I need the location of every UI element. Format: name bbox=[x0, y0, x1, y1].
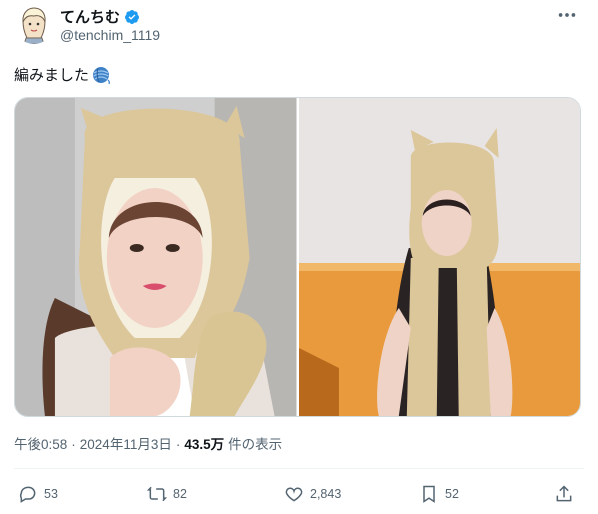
avatar[interactable] bbox=[14, 4, 54, 44]
divider bbox=[14, 468, 584, 469]
photo-1[interactable] bbox=[15, 98, 297, 416]
like-button[interactable]: 2,843 bbox=[284, 484, 341, 504]
more-options-icon[interactable] bbox=[556, 4, 578, 26]
yarn-ball-icon bbox=[93, 66, 110, 84]
author-handle[interactable]: @tenchim_1119 bbox=[60, 27, 160, 43]
views-label: 件の表示 bbox=[228, 437, 283, 452]
action-bar: 53 82 2,843 52 bbox=[14, 484, 584, 506]
tweet-date[interactable]: 2024年11月3日 bbox=[80, 433, 172, 453]
heart-icon bbox=[285, 487, 303, 502]
bookmark-count: 52 bbox=[445, 487, 459, 501]
meta-separator: · bbox=[175, 437, 181, 452]
reply-count: 53 bbox=[44, 487, 58, 501]
tweet-text: 編みました bbox=[14, 64, 111, 85]
photo-2[interactable] bbox=[298, 98, 580, 416]
tweet-card: てんちむ @tenchim_1119 編みました 午後0:58 · 2024年1… bbox=[0, 0, 598, 514]
bookmark-button[interactable]: 52 bbox=[419, 484, 459, 504]
verified-badge-icon bbox=[125, 9, 140, 24]
meta-separator: · bbox=[71, 437, 76, 452]
illustrated-avatar-icon bbox=[14, 4, 54, 44]
author-name-row[interactable]: てんちむ bbox=[60, 6, 140, 27]
repost-icon bbox=[147, 486, 167, 502]
share-icon bbox=[556, 485, 572, 502]
display-name[interactable]: てんちむ bbox=[60, 6, 120, 27]
like-count: 2,843 bbox=[310, 487, 342, 501]
knit-hood-seated-image bbox=[298, 98, 580, 416]
repost-count: 82 bbox=[173, 487, 187, 501]
tweet-meta: 午後0:58 · 2024年11月3日 · 43.5万 件の表示 bbox=[14, 433, 282, 453]
reply-button[interactable]: 53 bbox=[18, 484, 58, 504]
views-count: 43.5万 bbox=[184, 437, 225, 452]
tweet-text-content: 編みました bbox=[14, 67, 90, 84]
knit-hood-selfie-image bbox=[15, 98, 297, 416]
reply-icon bbox=[19, 486, 36, 503]
share-button[interactable] bbox=[554, 484, 574, 504]
bookmark-icon bbox=[423, 485, 435, 503]
repost-button[interactable]: 82 bbox=[147, 484, 187, 504]
tweet-time[interactable]: 午後0:58 bbox=[14, 433, 67, 453]
media-grid bbox=[14, 97, 581, 417]
